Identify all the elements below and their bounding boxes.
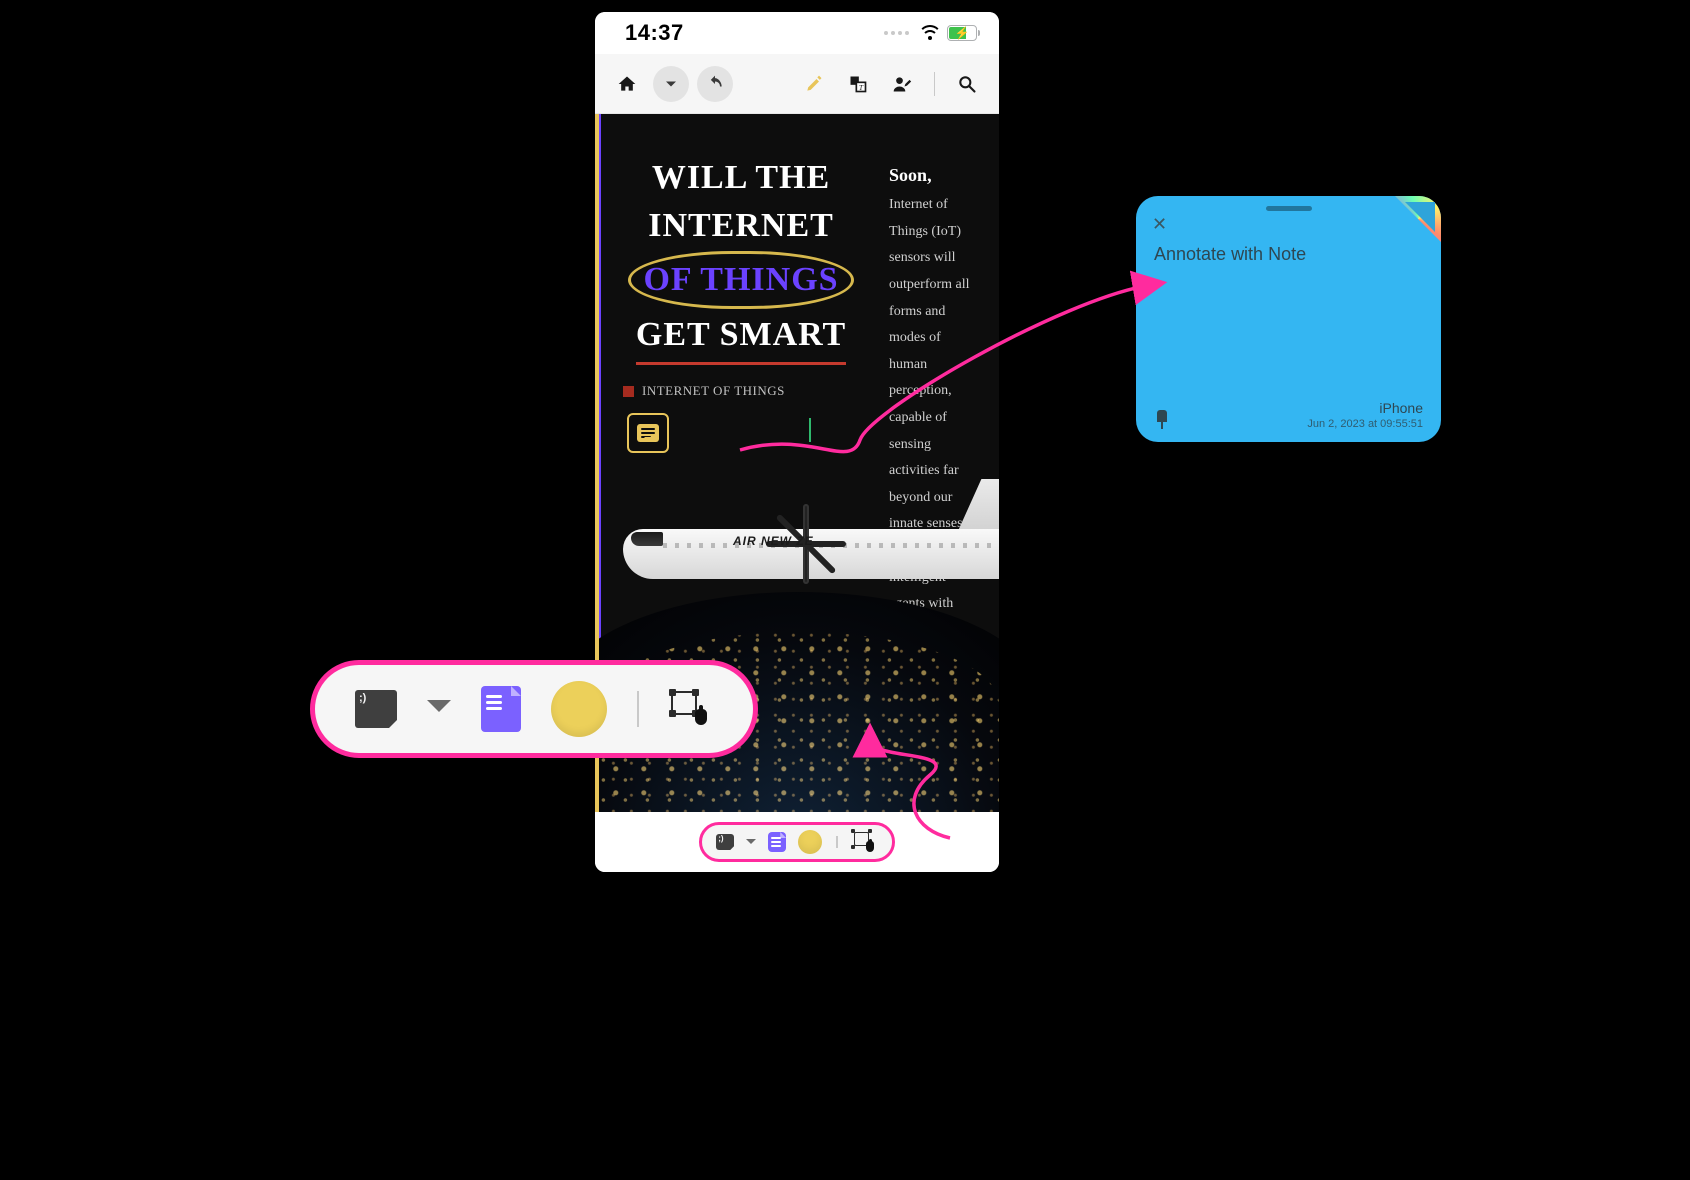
page-icon [768,832,786,852]
color-swatch[interactable] [551,681,607,737]
pin-icon[interactable] [1154,410,1170,430]
search-icon [957,74,977,94]
headline-line-4: GET SMART [636,311,846,366]
phone-bottom-bar [595,812,999,872]
transform-tool-small[interactable] [852,830,878,854]
photo-tool-button[interactable] [884,66,920,102]
wifi-icon [919,25,941,41]
tag-label: INTERNET OF THINGS [642,383,785,399]
page-tool-small[interactable] [768,832,786,852]
note-popover[interactable]: ✕ Annotate with Note iPhone Jun 2, 2023 … [1136,196,1441,442]
airline-label: AIR NEW ZE [733,534,814,548]
dock-separator [836,836,838,848]
tag-square-icon [623,386,634,397]
note-device: iPhone [1307,400,1423,416]
headline-line-2: INTERNET [623,202,859,250]
text-box-icon: T [848,74,868,94]
transform-tool[interactable] [669,689,713,729]
text-tool-button[interactable]: T [840,66,876,102]
cellular-icon [884,31,909,35]
color-peel-icon[interactable] [1395,196,1441,242]
color-swatch-small[interactable] [798,830,822,854]
note-timestamp: Jun 2, 2023 at 09:55:51 [1307,418,1423,430]
color-swatch-icon [798,830,822,854]
search-button[interactable] [949,66,985,102]
status-bar: 14:37 ⚡ [595,12,999,54]
sticky-note-icon [355,690,397,728]
transform-icon [852,830,878,854]
avatar-edit-icon [892,74,912,94]
toolbar-separator [934,72,935,96]
airplane-graphic: AIR NEW ZE [623,474,999,614]
home-button[interactable] [609,66,645,102]
dock-separator [637,691,639,727]
dock-expand-small[interactable] [746,839,756,849]
color-swatch-icon [551,681,607,737]
highlighter-icon [804,74,824,94]
chevron-down-icon [661,74,681,94]
status-icons: ⚡ [884,25,977,41]
page-tool[interactable] [481,686,521,732]
page-icon [481,686,521,732]
intro-lead: Soon, [889,165,932,185]
annotation-dock-small [699,822,895,862]
page-menu-button[interactable] [653,66,689,102]
sticky-tool[interactable] [355,690,397,728]
headline-line-1: WILL THE [623,154,859,202]
close-button[interactable]: ✕ [1152,214,1167,235]
undo-icon [705,74,725,94]
drag-handle-icon[interactable] [1266,206,1312,211]
article-headline: WILL THE INTERNET OF THINGS GET SMART [623,154,859,365]
undo-button[interactable] [697,66,733,102]
dock-expand[interactable] [427,700,451,724]
status-time: 14:37 [625,20,684,46]
home-icon [617,74,637,94]
article-tag: INTERNET OF THINGS [623,383,859,399]
note-meta: iPhone Jun 2, 2023 at 09:55:51 [1307,400,1423,430]
battery-icon: ⚡ [947,25,977,41]
app-toolbar: T [595,54,999,114]
charging-icon: ⚡ [948,26,976,40]
sticky-note-icon [716,834,734,850]
annotation-dock-zoom [310,660,758,758]
highlighter-button[interactable] [796,66,832,102]
sticky-tool-small[interactable] [716,834,734,850]
transform-icon [669,689,713,729]
note-title[interactable]: Annotate with Note [1154,244,1423,265]
headline-line-3-highlighted: OF THINGS [628,251,853,309]
